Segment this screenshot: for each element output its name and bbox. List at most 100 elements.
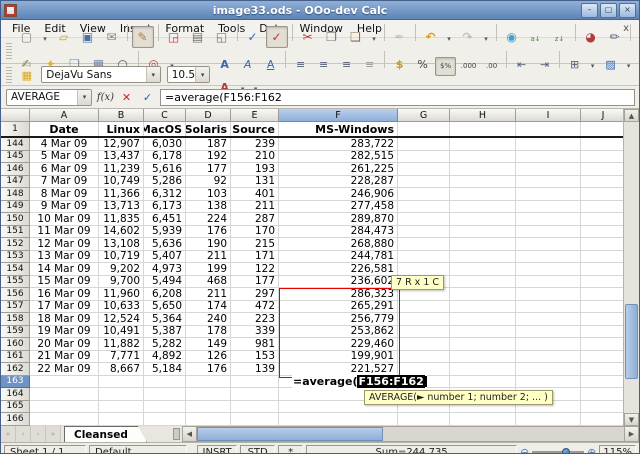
cell-I154[interactable] xyxy=(516,263,581,276)
cell-G149[interactable] xyxy=(398,201,450,214)
cell-C145[interactable]: 6,178 xyxy=(144,151,186,164)
italic-icon[interactable]: A xyxy=(237,55,258,74)
cell-D146[interactable]: 177 xyxy=(186,163,231,176)
page-preview-icon[interactable]: ◱ xyxy=(211,26,233,48)
cell-F156[interactable]: 286,323 xyxy=(279,288,398,301)
cell-D156[interactable]: 211 xyxy=(186,288,231,301)
column-header-D[interactable]: D xyxy=(186,109,231,122)
cell-J154[interactable] xyxy=(581,263,626,276)
cell-B158[interactable]: 12,524 xyxy=(99,313,144,326)
next-sheet-icon[interactable]: › xyxy=(31,426,46,442)
cell-A158[interactable]: 18 Mar 09 xyxy=(30,313,99,326)
cell-H146[interactable] xyxy=(450,163,516,176)
cell-D165[interactable] xyxy=(186,401,231,414)
cell-F1[interactable]: MS-Windows xyxy=(279,122,398,136)
paste-dropdown[interactable]: ▾ xyxy=(369,29,380,51)
row-header-164[interactable]: 164 xyxy=(1,388,30,401)
cell-G146[interactable] xyxy=(398,163,450,176)
cell-J162[interactable] xyxy=(581,363,626,376)
zoom-out-icon[interactable]: ⊖ xyxy=(520,446,529,454)
cell-A157[interactable]: 17 Mar 09 xyxy=(30,301,99,314)
cell-A163[interactable] xyxy=(30,376,99,389)
cell-C144[interactable]: 6,030 xyxy=(144,138,186,151)
column-header-A[interactable]: A xyxy=(30,109,99,122)
background-color-icon[interactable]: ▨ xyxy=(600,55,621,74)
cell-I151[interactable] xyxy=(516,226,581,239)
cell-I1[interactable] xyxy=(516,122,581,136)
cell-G162[interactable] xyxy=(398,363,450,376)
borders-dropdown[interactable]: ▾ xyxy=(587,57,598,76)
cell-B161[interactable]: 7,771 xyxy=(99,351,144,364)
cell-A161[interactable]: 21 Mar 09 xyxy=(30,351,99,364)
cell-B146[interactable]: 11,239 xyxy=(99,163,144,176)
column-header-B[interactable]: B xyxy=(99,109,144,122)
cell-E148[interactable]: 401 xyxy=(231,188,279,201)
row-header-155[interactable]: 155 xyxy=(1,276,30,289)
cell-F149[interactable]: 277,458 xyxy=(279,201,398,214)
row-header-157[interactable]: 157 xyxy=(1,301,30,314)
cell-G166[interactable] xyxy=(398,413,450,426)
cell-H153[interactable] xyxy=(450,251,516,264)
cell-D145[interactable]: 192 xyxy=(186,151,231,164)
zoom-slider[interactable]: ⊖ ⊕ xyxy=(520,446,596,454)
cell-H161[interactable] xyxy=(450,351,516,364)
cell-A164[interactable] xyxy=(30,388,99,401)
cell-H148[interactable] xyxy=(450,188,516,201)
cell-D166[interactable] xyxy=(186,413,231,426)
cell-A1[interactable]: Date xyxy=(30,122,99,136)
cell-C160[interactable]: 5,282 xyxy=(144,338,186,351)
cell-B144[interactable]: 12,907 xyxy=(99,138,144,151)
cell-E162[interactable]: 139 xyxy=(231,363,279,376)
cell-C150[interactable]: 6,451 xyxy=(144,213,186,226)
cell-E151[interactable]: 170 xyxy=(231,226,279,239)
align-right-icon[interactable]: ≡ xyxy=(336,55,357,74)
edit-file-icon[interactable]: ✎ xyxy=(132,26,154,48)
zoom-in-icon[interactable]: ⊕ xyxy=(587,446,596,454)
cell-G161[interactable] xyxy=(398,351,450,364)
cell-J163[interactable] xyxy=(581,376,626,389)
reject-icon[interactable]: ✕ xyxy=(117,88,136,106)
cell-B152[interactable]: 13,108 xyxy=(99,238,144,251)
cell-I145[interactable] xyxy=(516,151,581,164)
cell-I162[interactable] xyxy=(516,363,581,376)
cell-G159[interactable] xyxy=(398,326,450,339)
cell-F154[interactable]: 226,581 xyxy=(279,263,398,276)
accept-icon[interactable]: ✓ xyxy=(138,88,157,106)
row-header-154[interactable]: 154 xyxy=(1,263,30,276)
cell-J166[interactable] xyxy=(581,413,626,426)
row-header-148[interactable]: 148 xyxy=(1,188,30,201)
chevron-down-icon[interactable]: ▾ xyxy=(146,67,160,82)
redo-dropdown[interactable]: ▾ xyxy=(481,29,492,51)
cell-B149[interactable]: 13,713 xyxy=(99,201,144,214)
row-header-153[interactable]: 153 xyxy=(1,251,30,264)
cell-A159[interactable]: 19 Mar 09 xyxy=(30,326,99,339)
vertical-scroll-thumb[interactable] xyxy=(625,304,638,379)
cell-E150[interactable]: 287 xyxy=(231,213,279,226)
cell-G1[interactable] xyxy=(398,122,450,136)
cell-D149[interactable]: 138 xyxy=(186,201,231,214)
cell-F148[interactable]: 246,906 xyxy=(279,188,398,201)
cell-F158[interactable]: 256,779 xyxy=(279,313,398,326)
cut-icon[interactable]: ✂ xyxy=(297,26,319,48)
row-header-159[interactable]: 159 xyxy=(1,326,30,339)
cell-J152[interactable] xyxy=(581,238,626,251)
cell-H154[interactable] xyxy=(450,263,516,276)
cell-E164[interactable] xyxy=(231,388,279,401)
font-name-combobox[interactable]: DejaVu Sans ▾ xyxy=(41,66,160,83)
cell-J149[interactable] xyxy=(581,201,626,214)
cell-C153[interactable]: 5,407 xyxy=(144,251,186,264)
cell-F152[interactable]: 268,880 xyxy=(279,238,398,251)
row-header-152[interactable]: 152 xyxy=(1,238,30,251)
cell-D147[interactable]: 92 xyxy=(186,176,231,189)
cell-H147[interactable] xyxy=(450,176,516,189)
cell-B166[interactable] xyxy=(99,413,144,426)
cell-C162[interactable]: 5,184 xyxy=(144,363,186,376)
maximize-icon[interactable]: ▢ xyxy=(600,3,617,18)
save-icon[interactable]: ▣ xyxy=(77,26,99,48)
cell-D160[interactable]: 149 xyxy=(186,338,231,351)
cell-B1[interactable]: Linux xyxy=(99,122,144,136)
function-wizard-icon[interactable]: f(x) xyxy=(96,88,115,106)
cell-C155[interactable]: 5,494 xyxy=(144,276,186,289)
cell-B163[interactable] xyxy=(99,376,144,389)
cell-D163[interactable] xyxy=(186,376,231,389)
